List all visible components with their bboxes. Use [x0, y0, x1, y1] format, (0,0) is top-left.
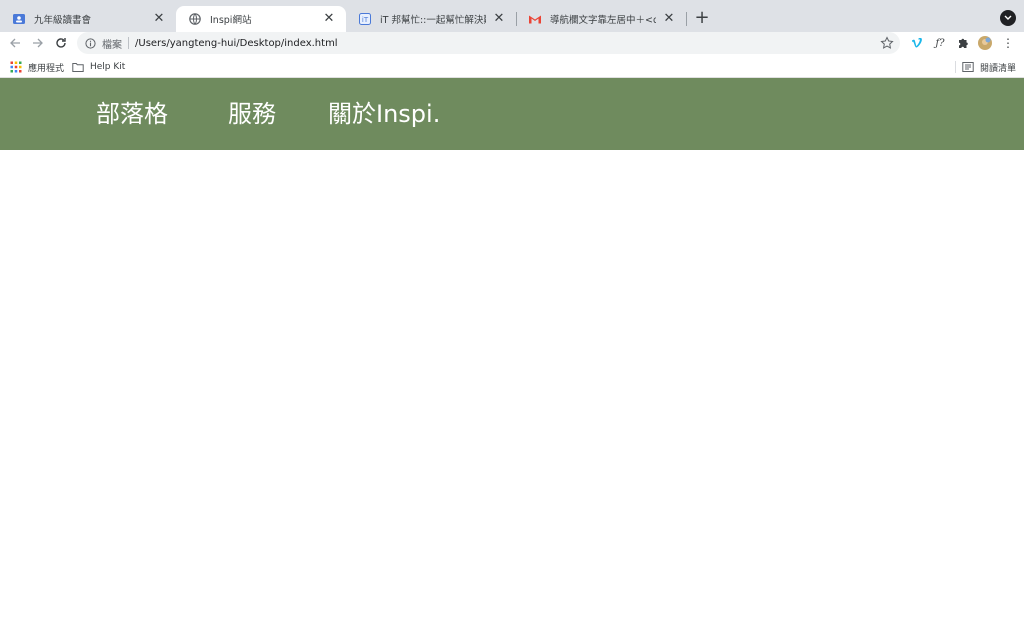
tab-search-button[interactable]	[1000, 10, 1016, 26]
close-icon[interactable]: ✕	[322, 12, 336, 26]
vimeo-extension-icon[interactable]	[909, 35, 925, 51]
bookmarks-divider	[955, 61, 956, 73]
tab-strip: 九年級讀書會 ✕ Inspi網站 ✕ iT iT 邦幫忙::一起幫忙解決難題，拯…	[0, 0, 1024, 32]
tab-separator	[686, 12, 687, 26]
bookmark-help-kit[interactable]: Help Kit	[72, 60, 125, 74]
arrow-left-icon	[10, 38, 20, 48]
url-scheme-label: 檔案	[102, 39, 122, 51]
page-content: 部落格 服務 關於Inspi.	[0, 78, 1024, 640]
nav-link-blog[interactable]: 部落格	[96, 98, 168, 130]
puzzle-extensions-icon[interactable]	[955, 35, 971, 51]
tab-study-group[interactable]: 九年級讀書會 ✕	[0, 6, 176, 32]
bookmark-star-icon[interactable]	[880, 36, 894, 50]
back-button[interactable]	[6, 34, 24, 52]
classroom-icon	[12, 12, 26, 26]
tab-title: iT 邦幫忙::一起幫忙解決難題，拯	[380, 15, 486, 26]
nav-link-services[interactable]: 服務	[228, 98, 276, 130]
globe-icon	[188, 12, 202, 26]
close-icon[interactable]: ✕	[662, 12, 676, 26]
bookmark-apps[interactable]: 應用程式	[10, 60, 64, 74]
chevron-down-icon	[1004, 15, 1012, 20]
browser-toolbar: 檔案 /Users/yangteng-hui/Desktop/index.htm…	[0, 32, 1024, 54]
omnibox-divider	[128, 37, 129, 49]
reading-list-icon	[962, 62, 974, 72]
tab-title: 導航欄文字靠左居中＋<div>需要	[550, 15, 656, 26]
new-tab-button[interactable]: +	[692, 8, 712, 28]
bookmark-label: 應用程式	[28, 63, 65, 74]
info-icon[interactable]	[85, 37, 96, 49]
menu-kebab-icon[interactable]: ⋮	[1000, 35, 1016, 51]
gmail-icon	[528, 12, 542, 26]
tab-gmail[interactable]: 導航欄文字靠左居中＋<div>需要 ✕	[516, 6, 686, 32]
url-text[interactable]: /Users/yangteng-hui/Desktop/index.html	[135, 38, 338, 49]
tab-title: Inspi網站	[210, 15, 252, 26]
bookmark-label: Help Kit	[90, 62, 126, 72]
tab-ithome[interactable]: iT iT 邦幫忙::一起幫忙解決難題，拯 ✕	[346, 6, 516, 32]
nav-link-about[interactable]: 關於Inspi.	[328, 98, 440, 130]
close-icon[interactable]: ✕	[152, 12, 166, 26]
ithome-icon: iT	[358, 12, 372, 26]
reading-list-button[interactable]: 閱讀清單	[962, 60, 1016, 74]
tab-title: 九年級讀書會	[34, 15, 92, 26]
folder-icon	[72, 63, 84, 72]
reload-button[interactable]	[52, 34, 70, 52]
bookmark-label: 閱讀清單	[980, 63, 1017, 74]
site-navbar: 部落格 服務 關於Inspi.	[0, 78, 1024, 150]
close-icon[interactable]: ✕	[492, 12, 506, 26]
forward-button[interactable]	[29, 34, 47, 52]
address-bar[interactable]: 檔案 /Users/yangteng-hui/Desktop/index.htm…	[77, 32, 900, 54]
tab-inspi-site[interactable]: Inspi網站 ✕	[176, 6, 346, 32]
svg-text:iT: iT	[362, 16, 369, 24]
bookmarks-bar: 應用程式 Help Kit 閱讀清單	[0, 56, 1024, 78]
arrow-right-icon	[33, 38, 43, 48]
apps-grid-icon	[10, 61, 22, 73]
avatar[interactable]	[977, 35, 993, 51]
formula-extension-icon[interactable]: ƒ?	[932, 35, 948, 51]
reload-icon	[56, 38, 66, 48]
